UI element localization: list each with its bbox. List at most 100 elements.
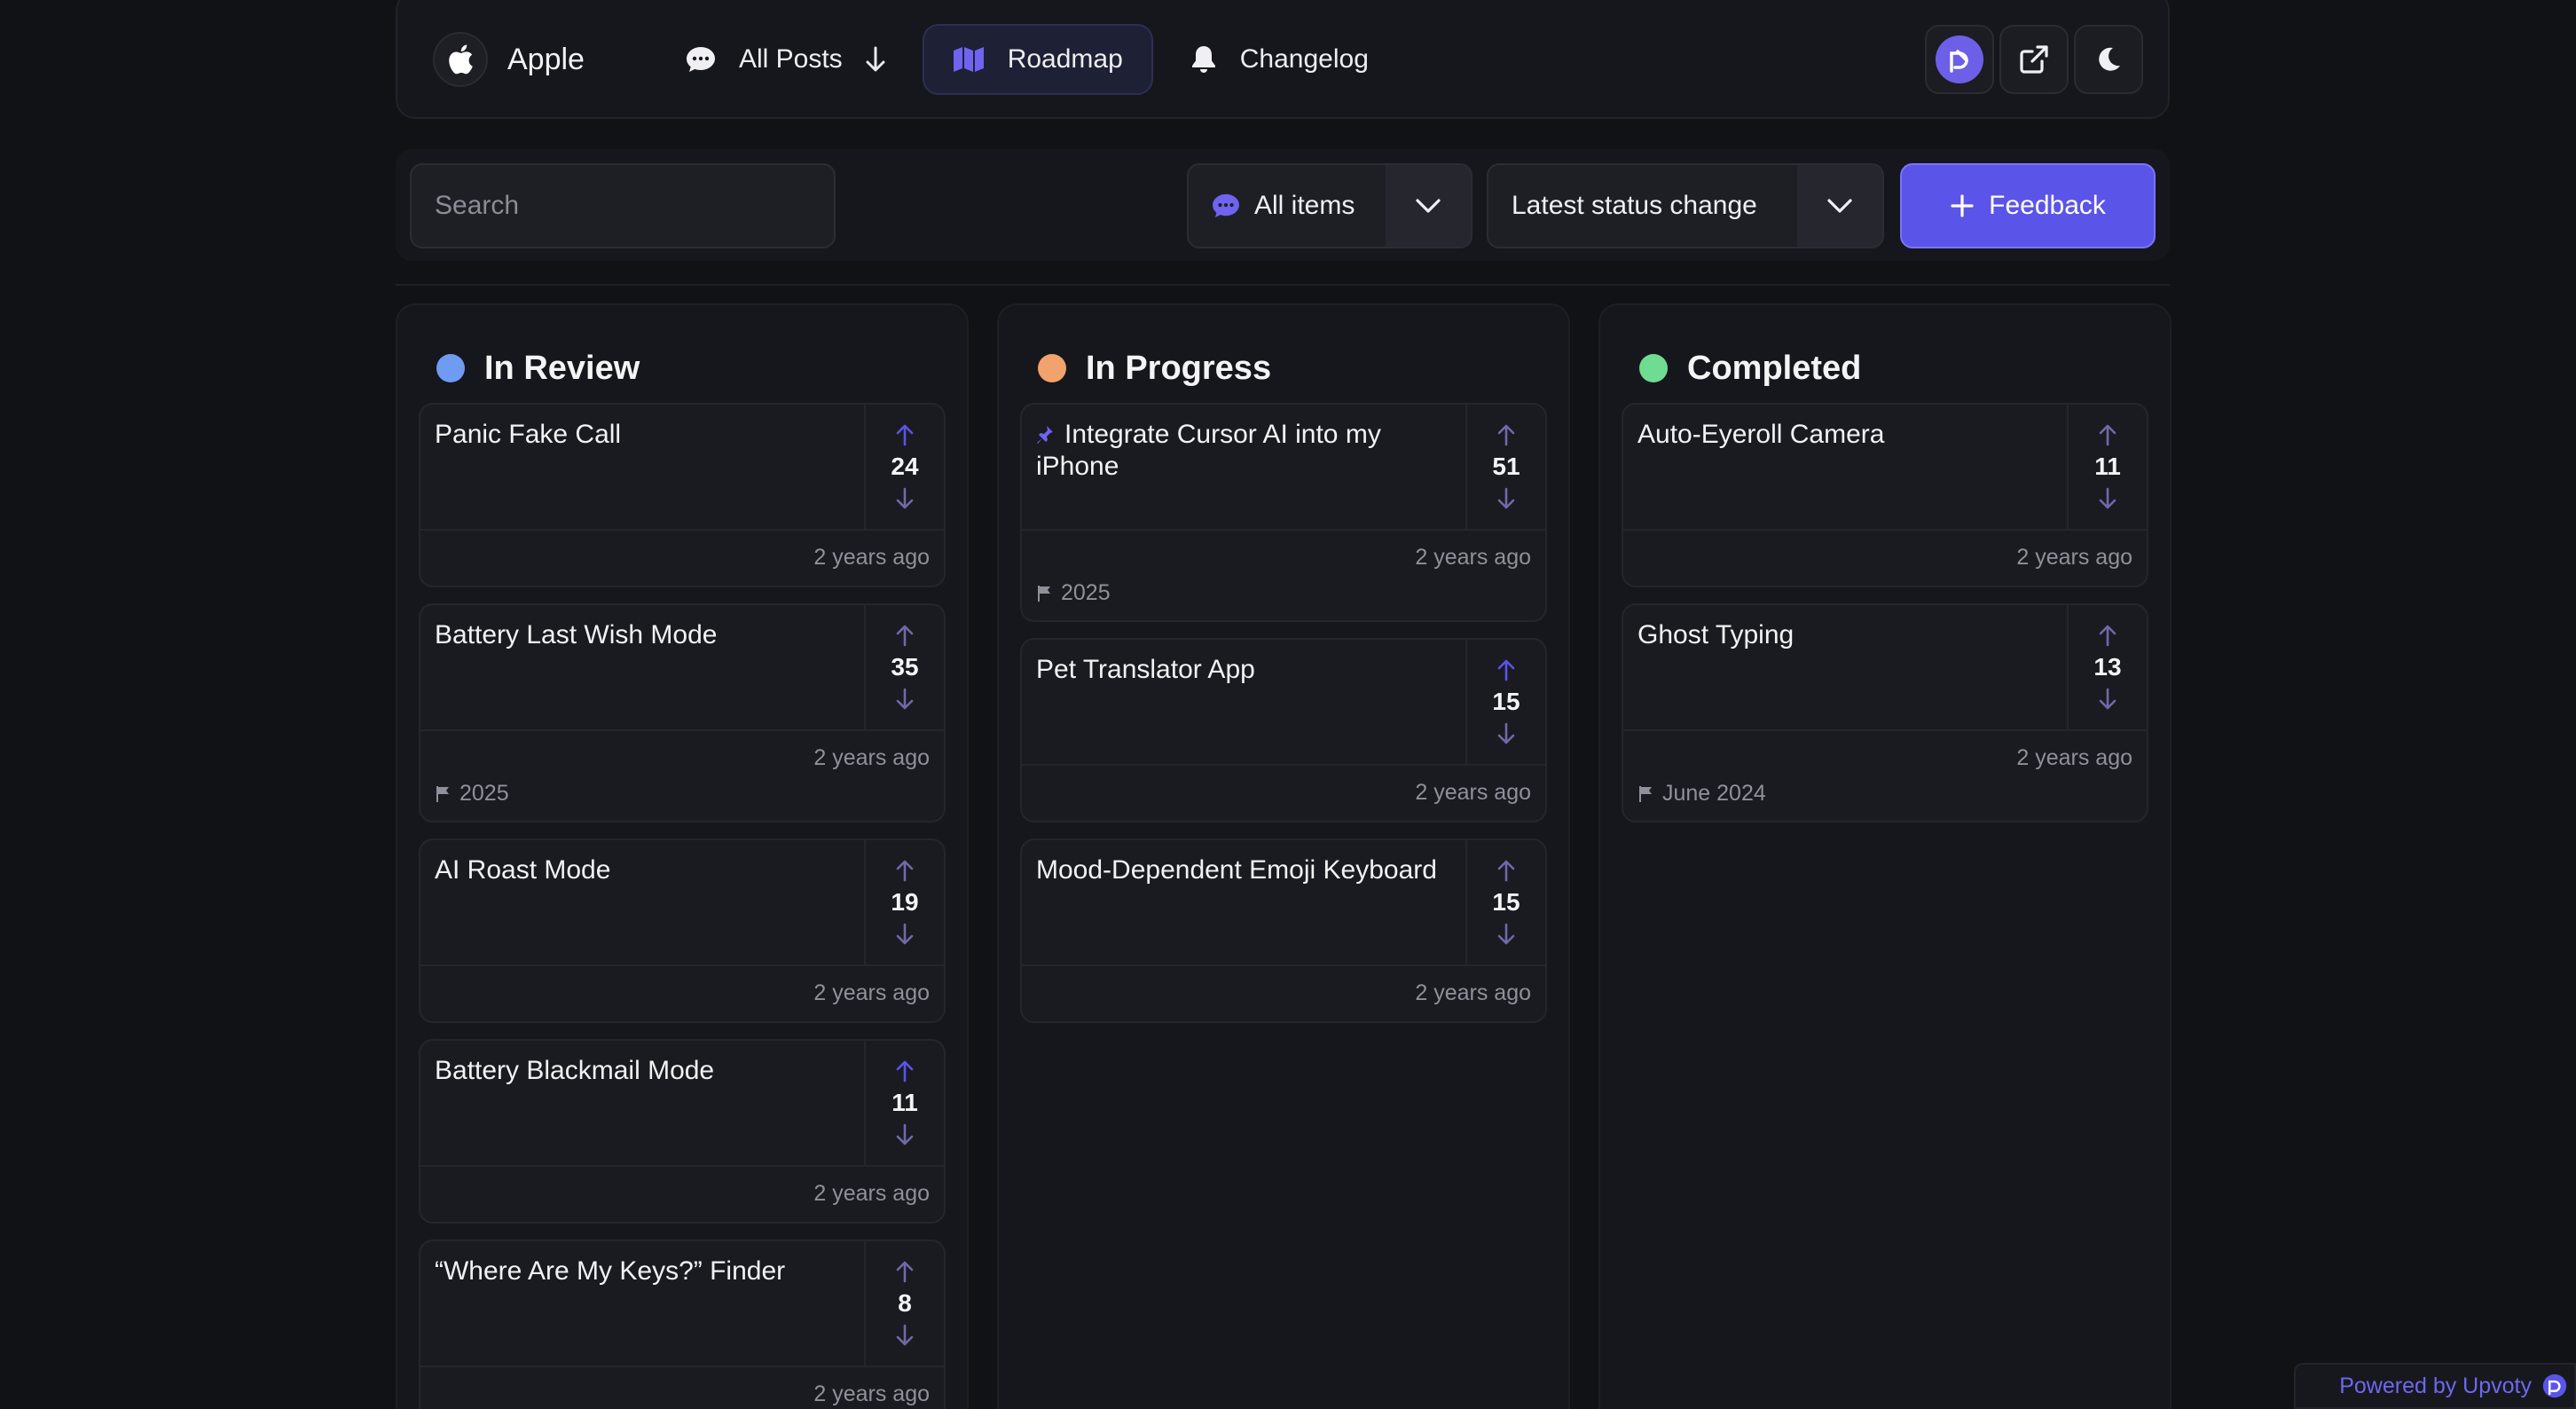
nav-changelog[interactable]: Changelog <box>1160 24 1399 95</box>
column-header: Completed <box>1600 305 2170 403</box>
post-card[interactable]: Ghost Typing 13 2 years ago June 2024 <box>1622 603 2148 823</box>
external-link-icon <box>2020 45 2048 74</box>
chevron-down-icon <box>1416 199 1441 213</box>
downvote-icon[interactable] <box>894 1123 915 1146</box>
post-title: “Where Are My Keys?” Finder <box>435 1256 786 1286</box>
downvote-icon[interactable] <box>1496 923 1517 946</box>
post-time: 2 years ago <box>813 1181 930 1206</box>
column-in-review: In Review Panic Fake Call 24 2 years ago… <box>396 303 969 1409</box>
upvote-icon[interactable] <box>1496 658 1517 681</box>
post-card[interactable]: Integrate Cursor AI into my iPhone 51 2 … <box>1020 403 1547 622</box>
chat-bubble-icon <box>686 47 715 72</box>
upvote-icon[interactable] <box>894 624 915 647</box>
items-filter-caret[interactable] <box>1386 165 1471 247</box>
sort-value: Latest status change <box>1512 191 1757 220</box>
post-time: 2 years ago <box>813 980 930 1005</box>
upvote-icon[interactable] <box>894 1260 915 1283</box>
upvote-icon[interactable] <box>2097 423 2118 446</box>
upvote-icon[interactable] <box>1496 423 1517 446</box>
post-title: Ghost Typing <box>1637 620 1795 649</box>
divider <box>396 284 2170 286</box>
moon-icon <box>2099 47 2120 71</box>
column-title: In Review <box>484 349 640 387</box>
upvoty-avatar-icon <box>1936 35 1983 83</box>
upvote-icon[interactable] <box>1496 859 1517 882</box>
vote-box: 11 <box>864 1041 944 1165</box>
sort-select[interactable]: Latest status change <box>1487 163 1884 248</box>
profile-button[interactable] <box>1925 25 1994 94</box>
post-title: Integrate Cursor AI into my iPhone <box>1036 420 1381 481</box>
items-filter-value: All items <box>1254 191 1355 220</box>
status-dot <box>1038 354 1066 382</box>
downvote-icon[interactable] <box>2097 688 2118 711</box>
post-title: AI Roast Mode <box>435 855 611 885</box>
post-title: Auto-Eyeroll Camera <box>1637 420 1885 449</box>
post-tag-label: 2025 <box>459 781 509 806</box>
search-box <box>410 163 836 248</box>
downvote-icon[interactable] <box>894 923 915 946</box>
upvote-icon[interactable] <box>894 1059 915 1082</box>
vote-box: 13 <box>2067 605 2147 729</box>
post-time: 2 years ago <box>1415 545 1531 570</box>
vote-count: 15 <box>1492 688 1520 715</box>
post-card[interactable]: Panic Fake Call 24 2 years ago <box>419 403 946 587</box>
upvoty-logo-icon <box>2542 1374 2567 1398</box>
vote-box: 11 <box>2067 405 2147 529</box>
nav-roadmap[interactable]: Roadmap <box>922 24 1153 95</box>
roadmap-page: Apple All Posts Roadmap Changelog Search… <box>0 0 2576 1409</box>
vote-box: 8 <box>864 1241 944 1366</box>
downvote-icon[interactable] <box>1496 722 1517 745</box>
post-card[interactable]: AI Roast Mode 19 2 years ago <box>419 838 946 1023</box>
post-time: 2 years ago <box>1415 980 1531 1005</box>
downvote-icon[interactable] <box>894 487 915 510</box>
powered-by-link[interactable]: Powered by Upvoty <box>2294 1363 2576 1409</box>
post-card[interactable]: Battery Blackmail Mode 11 2 years ago <box>419 1039 946 1224</box>
brand[interactable]: Apple <box>433 32 585 87</box>
post-tag-label: 2025 <box>1061 580 1111 605</box>
post-tag-label: June 2024 <box>1662 781 1766 806</box>
post-title: Pet Translator App <box>1036 655 1255 684</box>
flag-icon <box>1038 585 1050 602</box>
arrow-down-icon[interactable] <box>866 46 885 73</box>
upvote-icon[interactable] <box>894 859 915 882</box>
vote-count: 11 <box>891 1089 918 1116</box>
feedback-button[interactable]: Feedback <box>1900 163 2156 248</box>
post-time: 2 years ago <box>813 545 930 570</box>
upvote-icon[interactable] <box>894 423 915 446</box>
column-title: Completed <box>1687 349 1862 387</box>
post-title: Battery Last Wish Mode <box>435 620 718 649</box>
post-card[interactable]: Mood-Dependent Emoji Keyboard 15 2 years… <box>1020 838 1547 1023</box>
post-card[interactable]: Battery Last Wish Mode 35 2 years ago 20… <box>419 603 946 823</box>
vote-box: 24 <box>864 405 944 529</box>
upvote-icon[interactable] <box>2097 624 2118 647</box>
items-filter-select[interactable]: All items <box>1187 163 1473 248</box>
apple-icon <box>433 32 488 87</box>
nav-roadmap-label: Roadmap <box>1007 44 1123 74</box>
downvote-icon[interactable] <box>2097 487 2118 510</box>
vote-count: 15 <box>1492 888 1520 916</box>
downvote-icon[interactable] <box>894 688 915 711</box>
post-card[interactable]: Auto-Eyeroll Camera 11 2 years ago <box>1622 403 2148 587</box>
vote-count: 19 <box>891 888 919 916</box>
post-card[interactable]: Pet Translator App 15 2 years ago <box>1020 638 1547 823</box>
downvote-icon[interactable] <box>894 1324 915 1347</box>
post-tag: June 2024 <box>1637 781 2132 807</box>
vote-box: 15 <box>1465 640 1545 764</box>
vote-box: 51 <box>1465 405 1545 529</box>
post-card[interactable]: “Where Are My Keys?” Finder 8 2 years ag… <box>419 1240 946 1409</box>
vote-count: 24 <box>891 453 919 480</box>
search-input[interactable] <box>435 191 811 221</box>
post-title: Mood-Dependent Emoji Keyboard <box>1036 855 1437 885</box>
post-title: Battery Blackmail Mode <box>435 1056 715 1085</box>
items-filter-label: All items <box>1189 191 1386 221</box>
nav-all-posts-label: All Posts <box>738 44 843 74</box>
downvote-icon[interactable] <box>1496 487 1517 510</box>
vote-box: 35 <box>864 605 944 729</box>
theme-toggle-button[interactable] <box>2074 25 2143 94</box>
post-time: 2 years ago <box>813 745 930 770</box>
external-link-button[interactable] <box>1999 25 2069 94</box>
chat-bubble-icon <box>1213 193 1239 218</box>
sort-caret[interactable] <box>1797 165 1882 247</box>
nav-all-posts[interactable]: All Posts <box>656 24 915 95</box>
post-time: 2 years ago <box>813 1381 930 1406</box>
